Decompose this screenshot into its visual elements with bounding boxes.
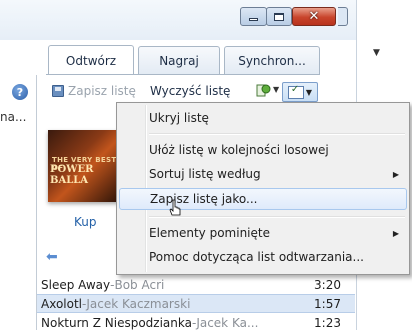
minimize-button[interactable] [240, 7, 267, 26]
floppy-disk-icon [52, 85, 64, 97]
track-artist: Jacek Kaczmarski [86, 296, 191, 311]
menu-separator [149, 216, 405, 218]
window-edge [338, 7, 348, 26]
menu-item-label: Zapisz listę jako... [150, 192, 258, 206]
menu-separator [149, 133, 405, 135]
tab-divider [46, 74, 320, 75]
clear-list-button[interactable]: Wyczyść listę [150, 84, 230, 98]
save-list-button[interactable]: Zapisz listę [52, 84, 136, 98]
track-artist: Bob Acri [114, 277, 165, 292]
menu-item-label: Elementy pominięte [149, 226, 270, 240]
tab-burn[interactable]: Nagraj [138, 46, 220, 74]
menu-item-label: Ułóż listę w kolejności losowej [149, 143, 329, 157]
submenu-arrow-icon: ▶ [392, 169, 399, 179]
tab-play[interactable]: Odtwórz [48, 45, 134, 75]
menu-item-playlist-help[interactable]: Pomoc dotycząca list odtwarzania... [119, 246, 407, 268]
submenu-arrow-icon: ▶ [392, 228, 399, 238]
tab-sync[interactable]: Synchron... [224, 46, 320, 74]
menu-item-hide-list[interactable]: Ukryj listę [119, 107, 407, 129]
tab-label: Synchron... [238, 53, 306, 68]
list-options-icon [287, 84, 304, 99]
chevron-down-icon[interactable]: ▼ [273, 85, 279, 94]
maximize-icon [274, 12, 284, 21]
menu-item-shuffle-list[interactable]: Ułóż listę w kolejności losowej [119, 139, 407, 161]
menu-item-skipped-items[interactable]: Elementy pominięte ▶ [119, 222, 407, 244]
track-duration: 1:57 [314, 296, 341, 311]
playlist-row[interactable]: Sleep Away - Bob Acri 3:20 [37, 275, 355, 294]
save-list-label: Zapisz listę [68, 84, 136, 98]
minimize-icon [249, 17, 258, 21]
playlist-row-selected[interactable]: Axolotl - Jacek Kaczmarski 1:57 [37, 294, 355, 313]
library-truncated-text: na... [0, 110, 27, 124]
menu-item-sort-list[interactable]: Sortuj listę według ▶ [119, 163, 407, 185]
track-title: Axolotl [41, 296, 82, 311]
track-title: Sleep Away [41, 277, 111, 292]
hand-cursor-icon [169, 199, 181, 216]
tab-label: Nagraj [159, 53, 199, 68]
close-icon: ✕ [308, 9, 320, 24]
playlist-row[interactable]: Nokturn Z Niespodzianka - Jacek Ka... 1:… [37, 313, 355, 332]
list-options-menu: Ukryj listę Ułóż listę w kolejności loso… [116, 102, 410, 275]
menu-item-save-list-as[interactable]: Zapisz listę jako... [119, 188, 407, 210]
help-icon[interactable]: ? [12, 84, 28, 100]
menu-item-label: Ukryj listę [149, 111, 209, 125]
close-button[interactable]: ✕ [292, 7, 336, 26]
chevron-down-icon[interactable]: ▼ [373, 48, 380, 58]
buy-link[interactable]: Kup [74, 215, 97, 229]
album-art: THE VERY BEST OF POWER BALLA [48, 130, 120, 202]
playlist-add-icon[interactable] [254, 83, 272, 99]
track-duration: 3:20 [314, 277, 341, 292]
menu-item-label: Pomoc dotycząca list odtwarzania... [149, 250, 364, 264]
track-duration: 1:23 [314, 315, 341, 330]
track-title: Nokturn Z Niespodzianka [41, 315, 192, 330]
list-options-button[interactable]: ▼ [282, 82, 318, 102]
chevron-down-icon: ▼ [305, 87, 313, 97]
track-artist: Jacek Ka... [196, 315, 259, 330]
menu-item-label: Sortuj listę według [149, 167, 261, 181]
tab-label: Odtwórz [65, 53, 117, 68]
title-bar [0, 0, 412, 40]
back-arrow-icon[interactable]: ⬅ [46, 249, 58, 265]
album-art-title: POWER BALLA [50, 164, 94, 186]
maximize-button[interactable] [266, 7, 292, 26]
